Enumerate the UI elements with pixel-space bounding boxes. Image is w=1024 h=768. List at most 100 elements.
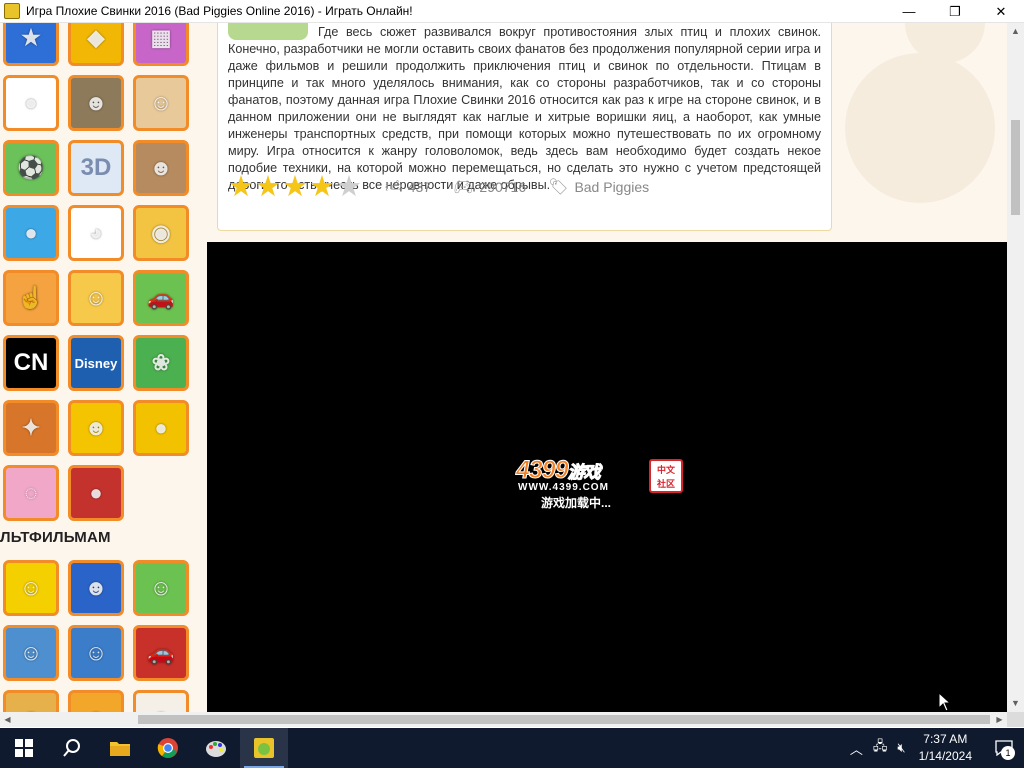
gamepad-icon: 🎮︎ xyxy=(453,179,474,196)
paint-icon xyxy=(206,741,226,757)
game-thumb-cut-rope[interactable]: ◉ xyxy=(133,205,189,261)
game-grid-top: ★ ◆ ▦ ● ☻ ☺ ⚽ 3D ☻ ● ◕ ◉ ☝ ☺ 🚗 CN Disney ❀ ✦ ☻ ● ◌ ● xyxy=(3,23,189,521)
folder-icon xyxy=(110,742,130,756)
chevron-up-icon[interactable]: ︿ xyxy=(850,739,863,758)
game-thumb-clicker[interactable]: ☝ xyxy=(3,270,59,326)
section-heading: ЛЬТФИЛЬМАМ xyxy=(0,529,111,546)
mouse-cursor-icon xyxy=(938,692,952,712)
plays-count: 290716 xyxy=(479,179,527,195)
game-thumb-cars[interactable]: 🚗 xyxy=(133,625,189,681)
scroll-down-arrow[interactable]: ▼ xyxy=(1007,695,1024,712)
page-viewport: ★ ◆ ▦ ● ☻ ☺ ⚽ 3D ☻ ● ◕ ◉ ☝ ☺ 🚗 CN Disney ❀ ✦ ☻ ● ◌ ● ЛЬТФИЛЬМА… xyxy=(0,23,1007,712)
game-thumb-cartoon-network[interactable]: CN xyxy=(3,335,59,391)
game-thumb-gangster[interactable]: ☻ xyxy=(133,140,189,196)
game-meta-row: ★ ★ ★ ★ ★ 👍︎ 437 🎮︎ 290716 🏷︎ Bad Piggies xyxy=(228,172,649,202)
game-thumb-art-icon: ● xyxy=(24,90,38,115)
game-thumb-panda[interactable]: ◕ xyxy=(68,205,124,261)
game-thumb-art-icon: ☻ xyxy=(149,155,173,180)
likes-count: 437 xyxy=(407,179,432,195)
notification-center-button[interactable]: 1 xyxy=(984,728,1024,768)
game-thumb-sonic[interactable]: ☻ xyxy=(68,560,124,616)
game-thumb-3d[interactable]: 3D xyxy=(68,140,124,196)
game-thumb-art-icon: ☺ xyxy=(19,640,43,665)
game-thumb-art-icon: ☺ xyxy=(149,575,173,600)
game-canvas[interactable]: 4399游戏 WWW.4399.COM 中文 社区 游戏加载中... xyxy=(207,242,1007,712)
rating-stars[interactable]: ★ ★ ★ ★ ★ xyxy=(228,172,363,202)
minimize-button[interactable]: — xyxy=(886,0,932,23)
maximize-button[interactable]: ❐ xyxy=(932,0,978,23)
vertical-scrollbar[interactable]: ▲ ▼ xyxy=(1007,23,1024,712)
close-button[interactable]: ✕ xyxy=(978,0,1024,23)
game-thumb-jetpack[interactable]: ☻ xyxy=(68,75,124,131)
game-thumb-wheely[interactable]: 🚗 xyxy=(133,270,189,326)
star-icon[interactable]: ★ xyxy=(228,172,254,202)
volume-muted-icon[interactable]: 🔇︎ xyxy=(897,740,905,756)
game-thumb-art-icon: ★ xyxy=(21,25,41,50)
window-title-bar: Игра Плохие Свинки 2016 (Bad Piggies Onl… xyxy=(0,0,1024,23)
paint-button[interactable] xyxy=(192,728,240,768)
game-thumb-art-icon: ● xyxy=(24,220,38,245)
game-thumb-spongebob[interactable]: ☺ xyxy=(3,560,59,616)
horizontal-scroll-thumb[interactable] xyxy=(138,715,990,724)
horizontal-scrollbar[interactable]: ◀ ▶ xyxy=(0,712,1007,727)
network-icon[interactable]: 🖧︎ xyxy=(873,737,888,759)
game-thumb-paw-patrol[interactable]: ☺ xyxy=(133,560,189,616)
chrome-icon xyxy=(157,738,178,758)
game-thumb-angry-bird-red[interactable]: ● xyxy=(68,465,124,521)
game-thumb-art-icon: ▦ xyxy=(150,25,172,50)
sidebar: ★ ◆ ▦ ● ☻ ☺ ⚽ 3D ☻ ● ◕ ◉ ☝ ☺ 🚗 CN Disney ❀ ✦ ☻ ● ◌ ● ЛЬТФИЛЬМА… xyxy=(0,23,205,712)
star-icon[interactable]: ★ xyxy=(282,172,308,202)
game-thumb-viking[interactable]: ☺ xyxy=(133,75,189,131)
game-thumb-gravity-falls[interactable]: ☺ xyxy=(3,625,59,681)
loader-stamp: 中文 社区 xyxy=(649,459,683,493)
scroll-left-arrow[interactable]: ◀ xyxy=(0,712,15,727)
game-thumb-art-icon: ☻ xyxy=(84,575,108,600)
game-thumb-blocks[interactable]: ▦ xyxy=(133,23,189,66)
bad-piggies-app-button[interactable] xyxy=(240,728,288,768)
game-thumb-adam-eve[interactable]: ☺ xyxy=(68,270,124,326)
game-thumb-art-icon: ☺ xyxy=(84,285,108,310)
game-thumb-angry-birds[interactable]: ● xyxy=(3,205,59,261)
file-explorer-button[interactable] xyxy=(96,728,144,768)
taskbar: ︿ 🖧︎ 🔇︎ 7:37 AM 1/14/2024 1 xyxy=(0,728,1024,768)
game-thumb-bottom-2[interactable]: ☺ xyxy=(68,690,124,712)
game-thumb-bottom-1[interactable]: ☺ xyxy=(3,690,59,712)
notification-count: 1 xyxy=(1001,746,1015,760)
game-thumb-football[interactable]: ⚽ xyxy=(3,140,59,196)
game-thumb-label: CN xyxy=(13,349,49,376)
scroll-right-arrow[interactable]: ▶ xyxy=(992,712,1007,727)
game-thumb-geometry[interactable]: ◆ xyxy=(68,23,124,66)
tag-link[interactable]: 🏷︎ Bad Piggies xyxy=(548,177,649,197)
tag-label: Bad Piggies xyxy=(574,179,650,195)
scroll-up-arrow[interactable]: ▲ xyxy=(1007,23,1024,40)
start-button[interactable] xyxy=(0,728,48,768)
clock[interactable]: 7:37 AM 1/14/2024 xyxy=(919,731,972,765)
game-thumb-art-icon: ☻ xyxy=(84,415,108,440)
chrome-button[interactable] xyxy=(144,728,192,768)
loader-status: 游戏加载中... xyxy=(541,496,612,510)
game-thumb-brawl[interactable]: ☻ xyxy=(68,400,124,456)
game-thumb-art-icon: ● xyxy=(89,480,103,505)
search-button[interactable] xyxy=(48,728,96,768)
game-thumb-art-icon: ✦ xyxy=(21,415,41,440)
game-thumb-art-icon: ◉ xyxy=(151,220,171,245)
game-thumb-stars[interactable]: ★ xyxy=(3,23,59,66)
star-icon[interactable]: ★ xyxy=(309,172,335,202)
star-icon[interactable]: ★ xyxy=(255,172,281,202)
game-thumb-bubbles[interactable]: ● xyxy=(3,75,59,131)
likes-counter[interactable]: 👍︎ 437 xyxy=(385,178,431,197)
game-thumb-tom-jerry[interactable]: ☺ xyxy=(68,625,124,681)
game-thumb-art-icon: 🚗 xyxy=(147,640,175,665)
vertical-scroll-thumb[interactable] xyxy=(1011,120,1020,215)
star-icon[interactable]: ★ xyxy=(336,172,362,202)
game-thumb-art-icon: ⚽ xyxy=(17,155,45,180)
thumbs-up-icon: 👍︎ xyxy=(385,178,402,196)
game-thumb-among-us[interactable]: ● xyxy=(133,400,189,456)
game-thumb-pop-it[interactable]: ◌ xyxy=(3,465,59,521)
game-thumb-disney[interactable]: Disney xyxy=(68,335,124,391)
game-thumb-art-icon: ☝ xyxy=(17,285,45,310)
game-thumb-candy[interactable]: ❀ xyxy=(133,335,189,391)
game-thumb-cannon[interactable]: ✦ xyxy=(3,400,59,456)
windows-icon xyxy=(15,739,33,757)
game-thumb-bottom-3[interactable]: ☺ xyxy=(133,690,189,712)
